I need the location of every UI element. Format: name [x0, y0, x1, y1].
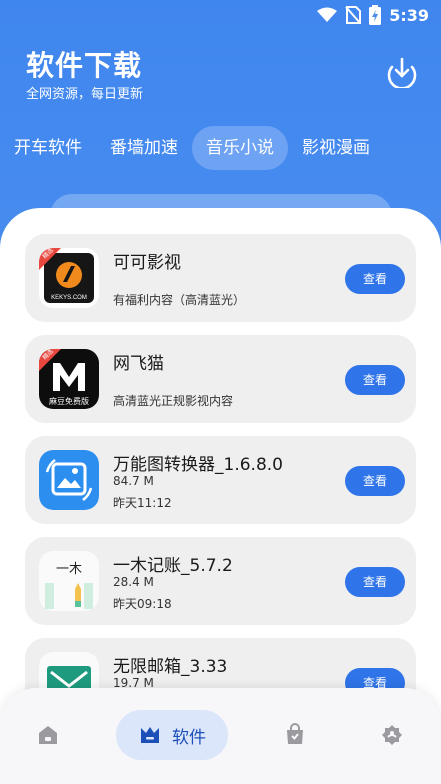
list-item[interactable]: KEKYS.COM 精选 可可影视 有福利内容（高清蓝光） 查看 — [25, 234, 416, 322]
status-time: 5:39 — [389, 5, 429, 25]
app-name: 万能图转换器_1.6.8.0 — [113, 455, 283, 475]
list-item[interactable]: 麻豆免费版 精选 网飞猫 高清蓝光正规影视内容 查看 — [25, 335, 416, 423]
image-converter-icon — [39, 450, 99, 510]
tab-music-novel[interactable]: 音乐小说 — [192, 126, 288, 170]
list-item[interactable]: 万能图转换器_1.6.8.0 84.7 M 昨天11:12 查看 — [25, 436, 416, 524]
kekys-app-icon: KEKYS.COM 精选 — [39, 248, 99, 308]
download-button[interactable] — [385, 54, 419, 90]
icon-caption: 一木 — [56, 562, 82, 577]
nav-home[interactable] — [30, 710, 66, 760]
tab-video-comic[interactable]: 影视漫画 — [288, 126, 384, 170]
download-icon — [387, 57, 417, 90]
netflix-cat-app-icon: 麻豆免费版 精选 — [39, 349, 99, 409]
list-item[interactable]: 一木 一木记账_5.7.2 28.4 M 昨天09:18 查看 — [25, 537, 416, 625]
app-name: 一木记账_5.7.2 — [113, 556, 233, 576]
page-title: 软件下载 — [26, 49, 143, 82]
app-size: 28.4 M — [113, 575, 154, 589]
app-date: 昨天09:18 — [113, 597, 172, 611]
app-name: 可可影视 — [113, 253, 181, 273]
wifi-icon — [317, 7, 338, 22]
nav-settings[interactable] — [374, 710, 410, 760]
app-name: 无限邮箱_3.33 — [113, 657, 228, 677]
tab-kaiche[interactable]: 开车软件 — [0, 126, 96, 170]
app-date: 昨天11:12 — [113, 496, 172, 510]
nav-software-label: 软件 — [172, 727, 206, 748]
view-button[interactable]: 查看 — [345, 264, 405, 294]
yimu-bookkeeping-icon: 一木 — [39, 551, 99, 611]
view-button[interactable]: 查看 — [345, 365, 405, 395]
home-icon — [39, 726, 57, 744]
nav-bag[interactable] — [277, 710, 313, 760]
app-name: 网飞猫 — [113, 354, 164, 374]
bag-icon — [287, 723, 303, 744]
app-size: 84.7 M — [113, 474, 154, 488]
view-button[interactable]: 查看 — [345, 567, 405, 597]
app-description: 有福利内容（高清蓝光） — [113, 293, 246, 307]
no-sim-icon — [345, 6, 362, 24]
page-subtitle: 全网资源，每日更新 — [26, 87, 144, 102]
icon-caption: KEKYS.COM — [51, 295, 87, 301]
tab-fanqiang[interactable]: 番墙加速 — [96, 126, 192, 170]
app-list: KEKYS.COM 精选 可可影视 有福利内容（高清蓝光） 查看 麻豆免费版 精… — [25, 234, 416, 739]
bottom-navigation: 软件 — [0, 688, 441, 784]
app-description: 高清蓝光正规影视内容 — [113, 394, 234, 408]
software-icon — [141, 727, 159, 743]
battery-icon — [369, 5, 382, 25]
nav-software[interactable]: 软件 — [116, 710, 228, 760]
category-tabs: 开车软件 番墙加速 音乐小说 影视漫画 — [0, 126, 441, 170]
status-bar: 5:39 — [0, 0, 441, 30]
settings-icon — [382, 725, 402, 745]
view-button[interactable]: 查看 — [345, 466, 405, 496]
icon-caption: 麻豆免费版 — [49, 396, 89, 406]
